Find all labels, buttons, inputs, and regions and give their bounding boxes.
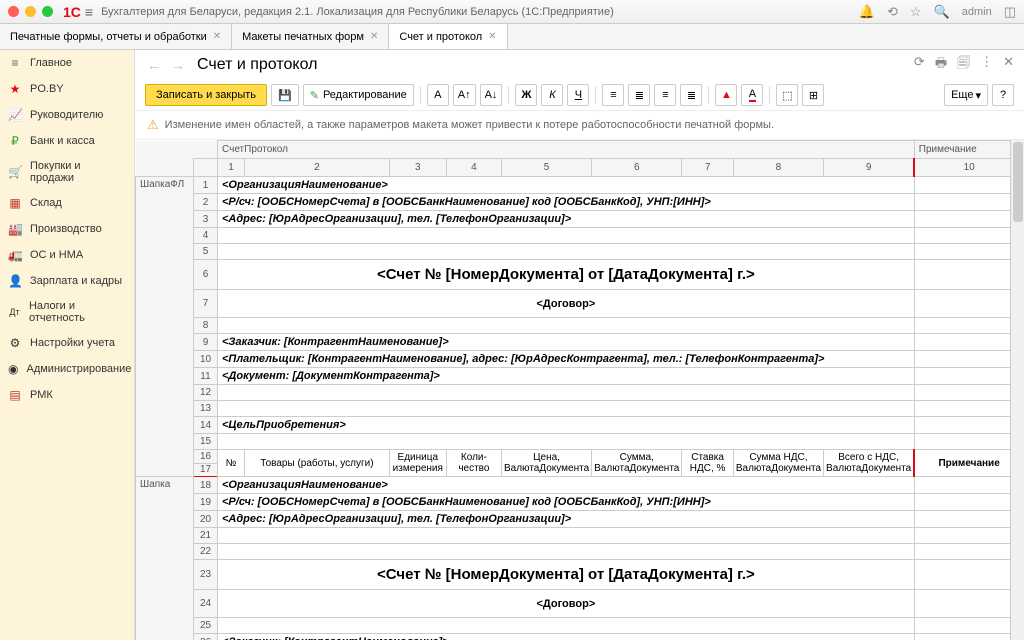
more-button[interactable]: Еще▾	[944, 84, 988, 106]
close-icon[interactable]: ✕	[488, 31, 496, 42]
section-shapka: Шапка	[136, 477, 194, 640]
sidebar-item-sales[interactable]: 🛒Покупки и продажи	[0, 154, 134, 190]
close-icon[interactable]: ✕	[370, 31, 378, 42]
sidebar-item-manager[interactable]: 📈Руководителю	[0, 102, 134, 128]
star-icon[interactable]: ☆	[910, 4, 922, 20]
document-tabs: Печатные формы, отчеты и обработки✕ Маке…	[0, 24, 1024, 50]
maximize-window[interactable]	[42, 6, 53, 17]
tab-print-forms[interactable]: Печатные формы, отчеты и обработки✕	[0, 24, 232, 49]
close-window[interactable]	[8, 6, 19, 17]
sidebar-item-settings[interactable]: ⚙Настройки учета	[0, 330, 134, 356]
page-header: ← → Счет и протокол ⟳ 🖶 🗐 ⋮ ✕	[135, 50, 1024, 80]
minimize-window[interactable]	[25, 6, 36, 17]
factory-icon: 🏭	[8, 222, 22, 236]
sidebar-item-poby[interactable]: ★PO.BY	[0, 76, 134, 102]
spreadsheet-grid[interactable]: СчетПротокол Примечание 1 2 3 4 5 6 7 8 …	[135, 140, 1024, 640]
sidebar-item-production[interactable]: 🏭Производство	[0, 216, 134, 242]
align-right-button[interactable]: ≡	[654, 84, 676, 106]
cart-icon: 🛒	[8, 165, 22, 179]
sidebar-item-main[interactable]: ≡Главное	[0, 50, 134, 76]
export-icon[interactable]: 🗐	[957, 54, 970, 76]
merge-button[interactable]: ⬚	[776, 84, 798, 106]
menu-icon: ≡	[8, 56, 22, 70]
region-note-label: Примечание	[914, 141, 1023, 159]
app-logo: 1C	[63, 4, 81, 20]
warning-bar: ⚠ Изменение имен областей, а также парам…	[135, 111, 1024, 140]
chart-icon: 📈	[8, 108, 22, 122]
person-icon: 👤	[8, 274, 22, 288]
warning-icon: ⚠	[147, 117, 159, 133]
gear-icon: ⚙	[8, 336, 22, 350]
vertical-scrollbar[interactable]	[1010, 140, 1024, 640]
search-icon[interactable]: 🔍	[934, 4, 950, 20]
spreadsheet-area[interactable]: СчетПротокол Примечание 1 2 3 4 5 6 7 8 …	[135, 140, 1024, 640]
bold-button[interactable]: Ж	[515, 84, 537, 106]
nav-back-icon[interactable]: ←	[145, 55, 163, 75]
coin-icon: ₽	[8, 134, 22, 148]
tab-layouts[interactable]: Макеты печатных форм✕	[232, 24, 389, 49]
boxes-icon: ▦	[8, 196, 22, 210]
print-icon[interactable]: 🖶	[935, 54, 947, 76]
align-left-button[interactable]: ≡	[602, 84, 624, 106]
sidebar-item-payroll[interactable]: 👤Зарплата и кадры	[0, 268, 134, 294]
font-button[interactable]: A	[427, 84, 449, 106]
truck-icon: 🚛	[8, 248, 22, 262]
window-titlebar: 1C ≡ Бухгалтерия для Беларуси, редакция …	[0, 0, 1024, 24]
admin-icon: ◉	[8, 362, 18, 376]
italic-button[interactable]: К	[541, 84, 563, 106]
sidebar-toggle-icon[interactable]: ◫	[1004, 4, 1016, 20]
split-button[interactable]: ⊞	[802, 84, 824, 106]
menu-dots-icon[interactable]: ⋮	[980, 54, 993, 76]
content-area: ← → Счет и протокол ⟳ 🖶 🗐 ⋮ ✕ Записать и…	[135, 50, 1024, 640]
tab-invoice[interactable]: Счет и протокол✕	[389, 24, 507, 49]
sidebar-item-admin[interactable]: ◉Администрирование	[0, 356, 134, 382]
navigation-sidebar: ≡Главное ★PO.BY 📈Руководителю ₽Банк и ка…	[0, 50, 135, 640]
title-toolbar: 🔔 ⟲ ☆ 🔍 admin ◫	[859, 4, 1016, 20]
user-label[interactable]: admin	[962, 6, 992, 18]
debit-icon: Дт	[8, 307, 21, 317]
page-title: Счет и протокол	[197, 56, 317, 74]
font-inc-button[interactable]: A↑	[453, 84, 476, 106]
chevron-down-icon: ▾	[975, 89, 981, 102]
sidebar-item-rmk[interactable]: ▤РМК	[0, 382, 134, 408]
section-shapkafl: ШапкаФЛ	[136, 177, 194, 477]
star-icon: ★	[8, 82, 22, 96]
editor-toolbar: Записать и закрыть 💾 ✎Редактирование A A…	[135, 80, 1024, 111]
font-dec-button[interactable]: A↓	[480, 84, 503, 106]
close-icon[interactable]: ✕	[213, 31, 221, 42]
region-label: СчетПротокол	[218, 141, 915, 159]
main-menu-icon[interactable]: ≡	[85, 4, 93, 20]
pencil-icon: ✎	[310, 89, 319, 102]
nav-forward-icon[interactable]: →	[169, 55, 187, 75]
text-color-button[interactable]: A	[741, 84, 763, 106]
bell-icon[interactable]: 🔔	[859, 4, 875, 20]
sidebar-item-bank[interactable]: ₽Банк и касса	[0, 128, 134, 154]
underline-button[interactable]: Ч	[567, 84, 589, 106]
warning-text: Изменение имен областей, а также парамет…	[165, 119, 774, 131]
edit-mode-button[interactable]: ✎Редактирование	[303, 84, 414, 106]
save-close-button[interactable]: Записать и закрыть	[145, 84, 267, 106]
sidebar-item-warehouse[interactable]: ▦Склад	[0, 190, 134, 216]
history-icon[interactable]: ⟲	[887, 4, 898, 20]
app-title: Бухгалтерия для Беларуси, редакция 2.1. …	[101, 6, 859, 18]
sidebar-item-taxes[interactable]: ДтНалоги и отчетность	[0, 294, 134, 330]
close-page-icon[interactable]: ✕	[1003, 54, 1014, 76]
list-icon: ▤	[8, 388, 22, 402]
align-justify-button[interactable]: ≣	[680, 84, 702, 106]
refresh-icon[interactable]: ⟳	[914, 54, 925, 76]
align-center-button[interactable]: ≣	[628, 84, 650, 106]
save-button[interactable]: 💾	[271, 84, 299, 106]
fill-color-button[interactable]: ▲	[715, 84, 737, 106]
floppy-icon: 💾	[278, 89, 292, 102]
help-button[interactable]: ?	[992, 84, 1014, 106]
sidebar-item-assets[interactable]: 🚛ОС и НМА	[0, 242, 134, 268]
window-controls	[8, 6, 53, 17]
